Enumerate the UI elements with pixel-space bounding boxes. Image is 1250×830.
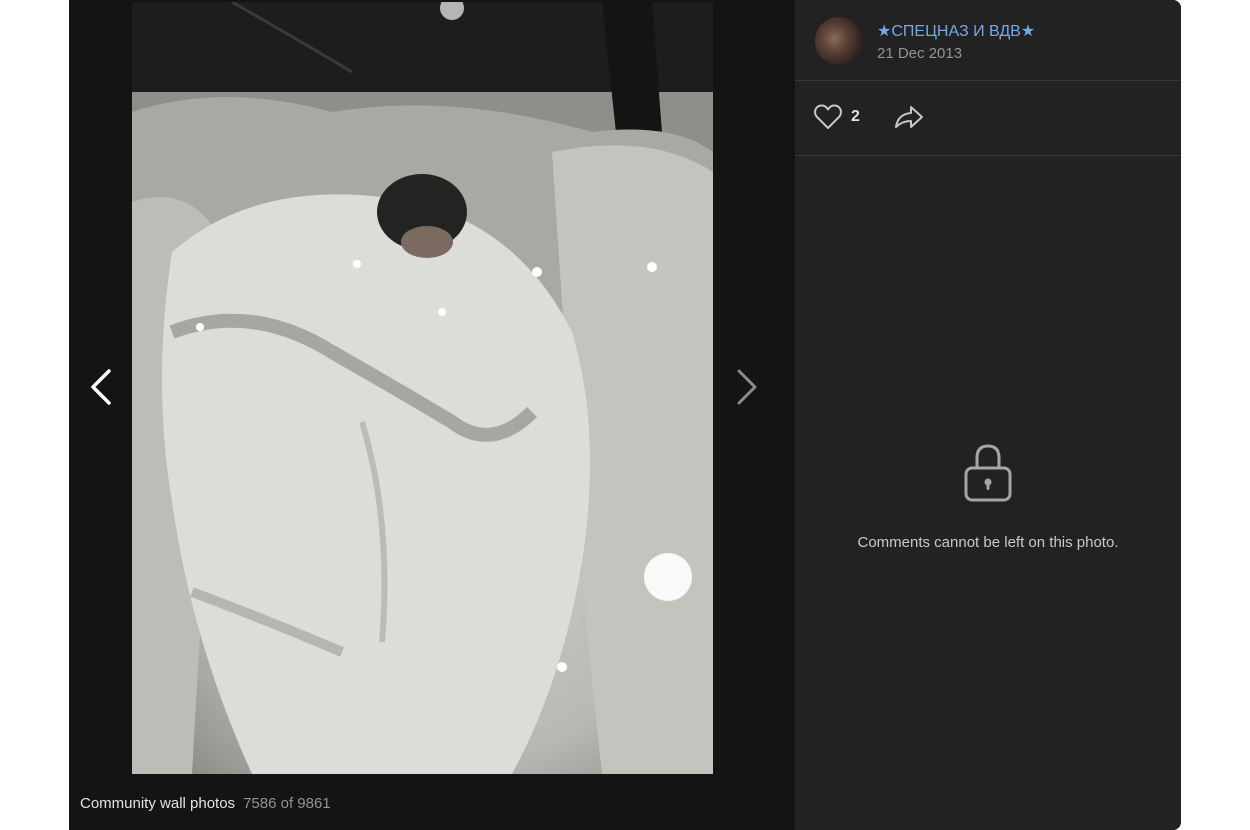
photo-area: Community wall photos 7586 of 9861 [69, 0, 795, 830]
next-photo-button[interactable] [725, 362, 769, 412]
share-button[interactable] [893, 102, 925, 132]
like-button[interactable]: 2 [813, 102, 860, 132]
post-date: 21 Dec 2013 [877, 45, 963, 62]
share-arrow-icon [895, 106, 923, 128]
comments-locked: Comments cannot be left on this photo. [795, 440, 1181, 551]
lock-icon [964, 444, 1012, 502]
heart-icon [814, 104, 842, 129]
author-header: ★СПЕЦНАЗ И ВДВ★ 21 Dec 2013 [795, 0, 1181, 81]
info-panel: ★СПЕЦНАЗ И ВДВ★ 21 Dec 2013 2 Comments c… [795, 0, 1181, 830]
photo[interactable] [132, 2, 713, 774]
album-link[interactable]: Community wall photos [80, 795, 235, 812]
avatar[interactable] [815, 17, 863, 65]
chevron-right-icon [737, 369, 757, 405]
chevron-left-icon [91, 369, 111, 405]
comments-locked-message: Comments cannot be left on this photo. [857, 534, 1119, 551]
photo-viewer: Community wall photos 7586 of 9861 ★СПЕЦН… [69, 0, 1181, 830]
photo-caption: Community wall photos 7586 of 9861 [80, 795, 331, 812]
author-name-link[interactable]: ★СПЕЦНАЗ И ВДВ★ [877, 21, 1035, 41]
photo-counter: 7586 of 9861 [243, 795, 331, 812]
like-count: 2 [851, 108, 860, 125]
action-bar: 2 [795, 80, 1181, 156]
previous-photo-button[interactable] [79, 362, 123, 412]
photo-illustration [132, 2, 713, 774]
